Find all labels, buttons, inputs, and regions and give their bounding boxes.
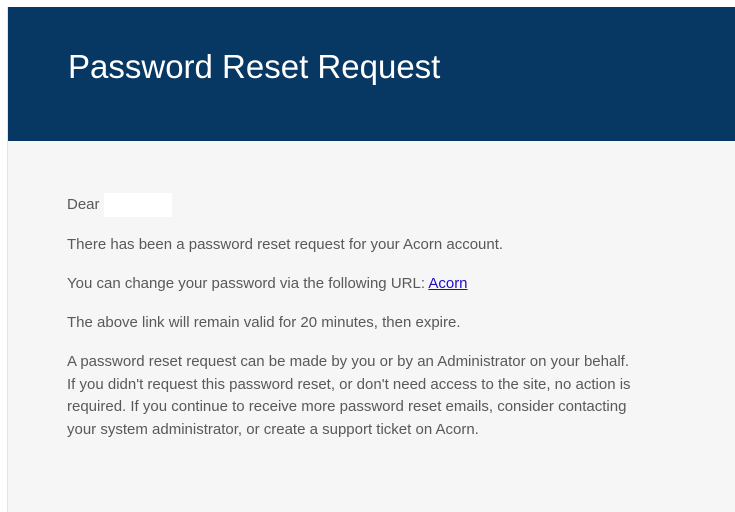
security-notice-line: If you didn't request this password rese… bbox=[67, 375, 631, 393]
security-notice-line: your system administrator, or create a s… bbox=[67, 420, 479, 438]
email-body: Dear There has been a password reset req… bbox=[67, 193, 707, 441]
reset-url-line: You can change your password via the fol… bbox=[67, 273, 707, 295]
acorn-reset-link[interactable]: Acorn bbox=[428, 275, 467, 292]
greeting-line: Dear bbox=[67, 193, 707, 217]
email-viewer: Password Reset Request Dear There has be… bbox=[0, 0, 735, 512]
email-title: Password Reset Request bbox=[68, 48, 441, 85]
greeting-text: Dear bbox=[67, 196, 100, 213]
redacted-recipient-name bbox=[103, 193, 172, 217]
security-notice-line: A password reset request can be made by … bbox=[67, 353, 629, 370]
link-validity-notice: The above link will remain valid for 20 … bbox=[67, 314, 461, 331]
email-message: Password Reset Request Dear There has be… bbox=[7, 7, 735, 512]
security-notice-paragraph: A password reset request can be made by … bbox=[67, 351, 707, 441]
security-notice-line: required. If you continue to receive mor… bbox=[67, 398, 627, 415]
request-notice: There has been a password reset request … bbox=[67, 236, 504, 253]
reset-url-prefix: You can change your password via the fol… bbox=[67, 275, 425, 292]
header-banner: Password Reset Request bbox=[8, 7, 735, 141]
